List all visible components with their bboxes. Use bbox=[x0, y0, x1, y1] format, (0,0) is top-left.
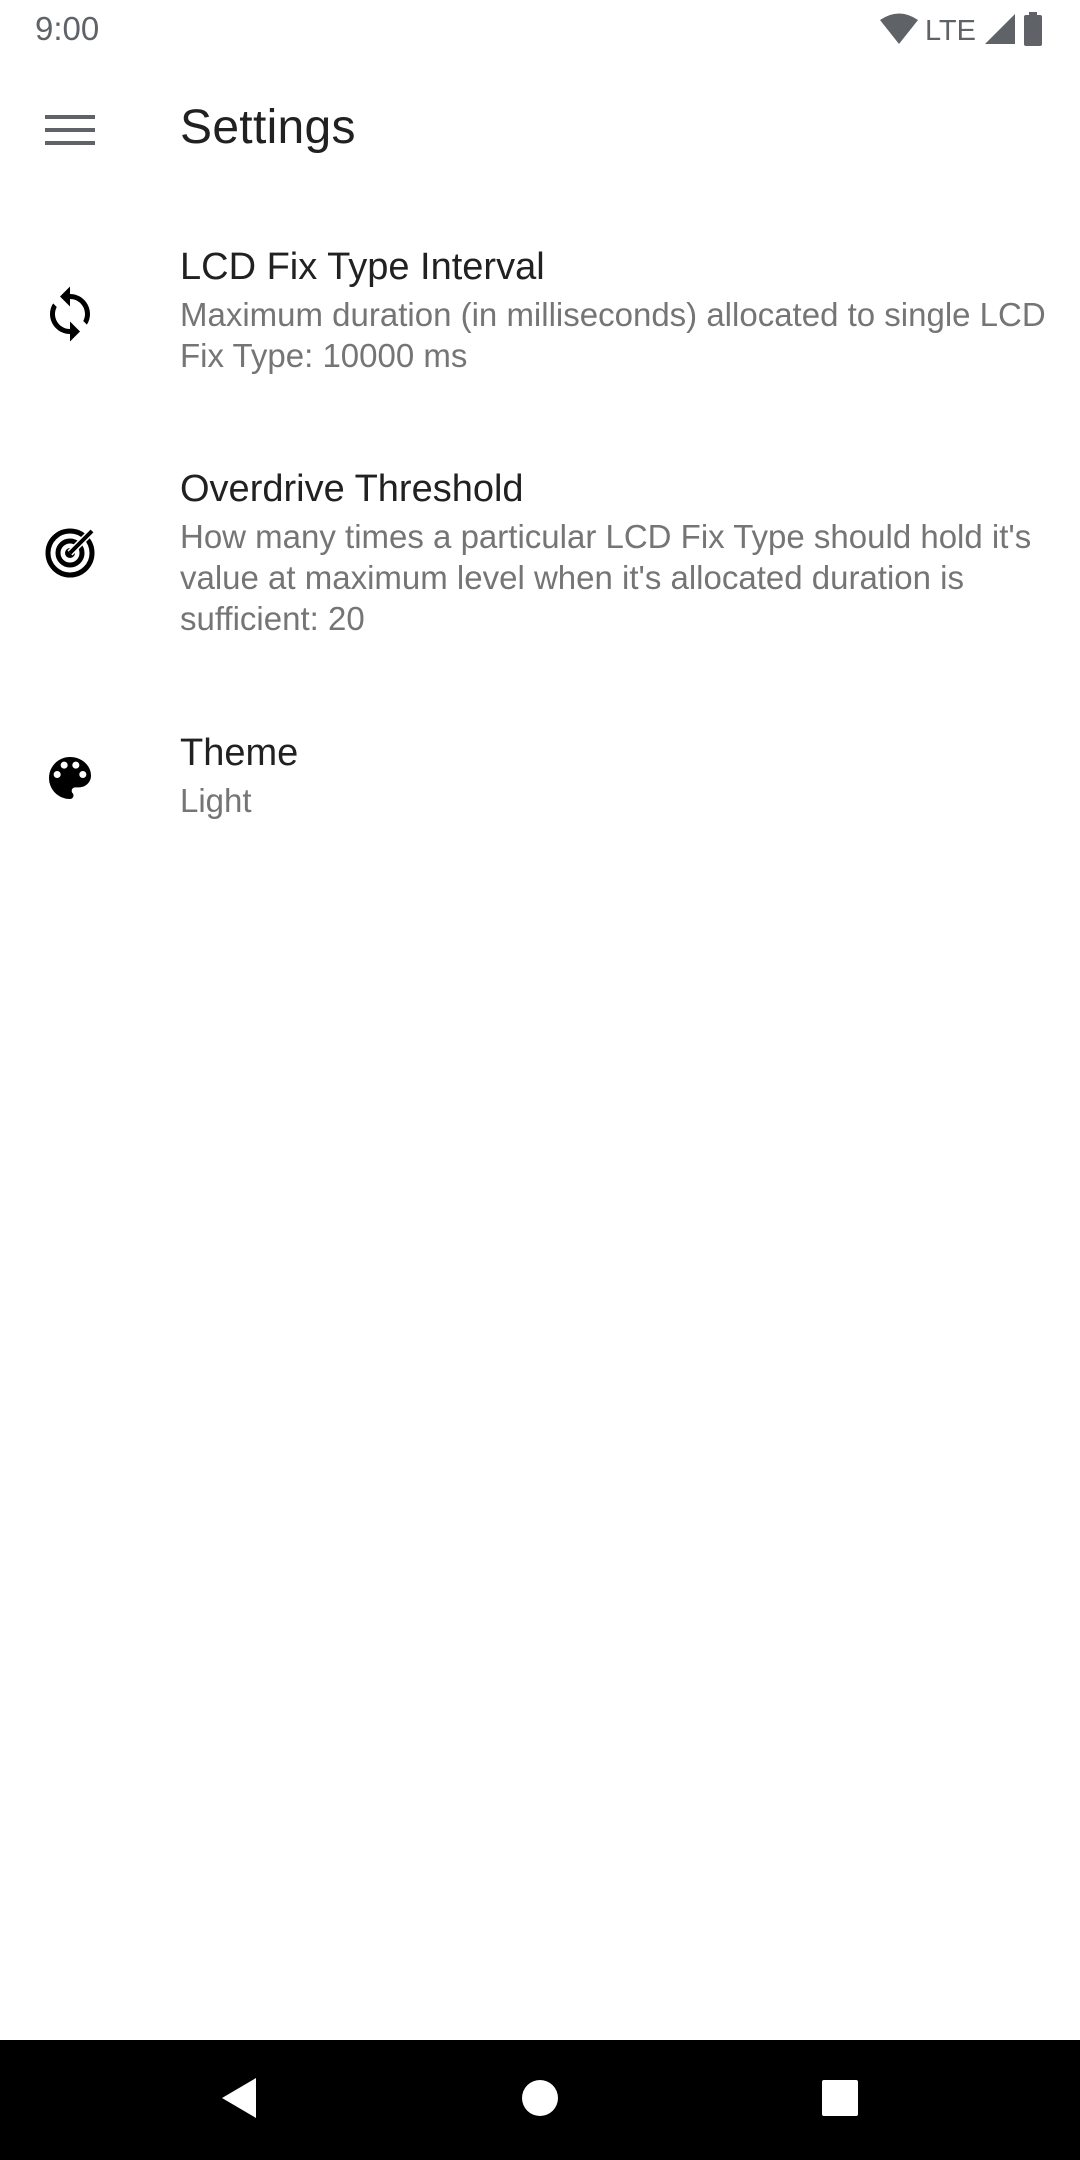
battery-icon bbox=[1022, 11, 1044, 51]
pref-title: Theme bbox=[180, 732, 299, 774]
pref-overdrive-threshold[interactable]: Overdrive Threshold How many times a par… bbox=[0, 444, 1080, 684]
back-icon bbox=[218, 2076, 258, 2125]
home-button[interactable] bbox=[500, 2060, 580, 2140]
pref-text: Theme Light bbox=[180, 730, 1050, 821]
pref-theme[interactable]: Theme Light bbox=[0, 706, 1080, 856]
home-icon bbox=[520, 2078, 560, 2123]
cell-signal-icon bbox=[984, 13, 1016, 50]
target-icon bbox=[38, 521, 102, 585]
status-time: 9:00 bbox=[35, 10, 100, 47]
recents-button[interactable] bbox=[800, 2060, 880, 2140]
page-title: Settings bbox=[180, 101, 356, 154]
status-bar: 9:00 LTE bbox=[0, 0, 1080, 63]
network-type-label: LTE bbox=[924, 14, 976, 47]
sync-icon bbox=[38, 282, 102, 346]
wifi-icon bbox=[879, 13, 919, 50]
pref-title: Overdrive Threshold bbox=[180, 468, 524, 510]
pref-text: LCD Fix Type Interval Maximum duration (… bbox=[180, 244, 1050, 376]
palette-icon bbox=[38, 746, 102, 810]
pref-text: Overdrive Threshold How many times a par… bbox=[180, 466, 1050, 639]
pref-title: LCD Fix Type Interval bbox=[180, 246, 545, 288]
pref-summary: How many times a particular LCD Fix Type… bbox=[180, 518, 1032, 637]
back-button[interactable] bbox=[198, 2060, 278, 2140]
hamburger-menu-icon bbox=[45, 112, 95, 153]
navigation-bar bbox=[0, 2040, 1080, 2160]
menu-button[interactable] bbox=[22, 99, 118, 165]
recents-icon bbox=[820, 2078, 860, 2123]
pref-summary: Light bbox=[180, 782, 252, 819]
app-bar: Settings bbox=[0, 63, 1080, 201]
pref-summary: Maximum duration (in milliseconds) alloc… bbox=[180, 296, 1046, 374]
pref-lcd-fix-type-interval[interactable]: LCD Fix Type Interval Maximum duration (… bbox=[0, 222, 1080, 422]
status-icons: LTE bbox=[879, 11, 1044, 51]
